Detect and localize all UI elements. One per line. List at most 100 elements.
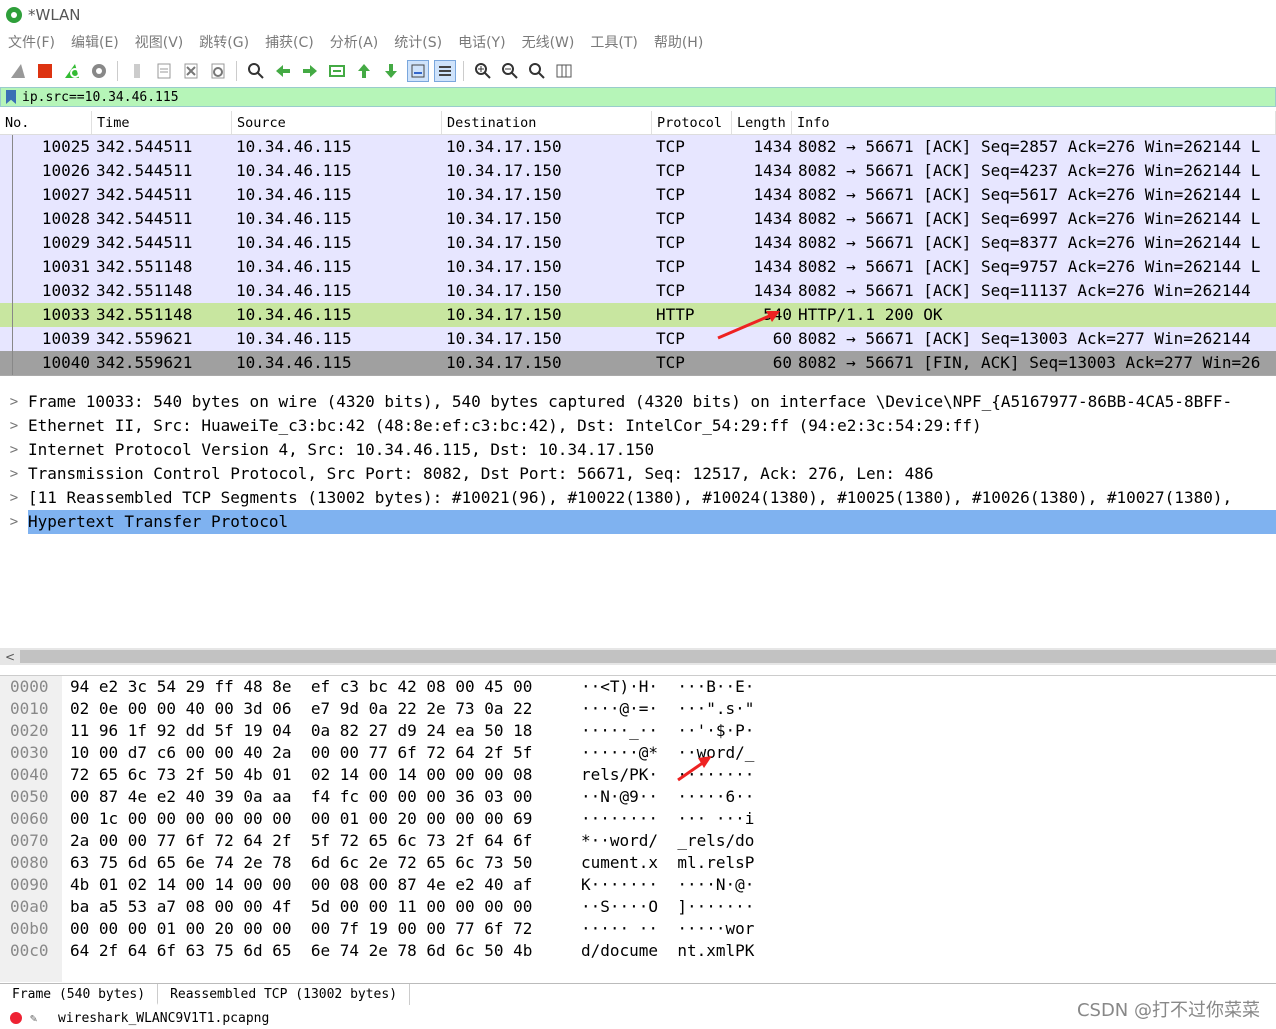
packet-row[interactable]: 10027 342.544511 10.34.46.115 10.34.17.150 T… <box>0 183 1276 207</box>
column-header-protocol[interactable]: Protocol <box>652 111 732 134</box>
auto-scroll-icon[interactable] <box>406 60 429 82</box>
packet-source: 10.34.46.115 <box>236 329 352 348</box>
detail-row-reassembled[interactable]: > [11 Reassembled TCP Segments (13002 byt… <box>0 486 1276 510</box>
go-first-packet-icon[interactable] <box>353 60 375 82</box>
column-header-source[interactable]: Source <box>232 111 442 134</box>
hex-offset: 0090 <box>10 875 49 894</box>
expand-arrow-icon[interactable]: > <box>0 390 28 414</box>
conversation-line-icon <box>12 303 13 327</box>
packet-protocol: TCP <box>656 137 685 156</box>
packet-info: 8082 → 56671 [ACK] Seq=13003 Ack=277 Win… <box>798 329 1251 348</box>
expand-arrow-icon[interactable]: > <box>0 486 28 510</box>
toolbar-separator <box>236 61 237 81</box>
detail-row-ethernet[interactable]: > Ethernet II, Src: HuaweiTe_c3:bc:42 (48… <box>0 414 1276 438</box>
go-last-packet-icon[interactable] <box>380 60 402 82</box>
packet-length: 540 <box>763 305 792 324</box>
tab-reassembled-tcp[interactable]: Reassembled TCP (13002 bytes) <box>158 984 411 1005</box>
packet-length: 1434 <box>753 281 792 300</box>
packet-time: 342.544511 <box>96 161 193 180</box>
detail-row-tcp[interactable]: > Transmission Control Protocol, Src Port… <box>0 462 1276 486</box>
packet-row[interactable]: 10039 342.559621 10.34.46.115 10.34.17.150 T… <box>0 327 1276 351</box>
packet-row[interactable]: 10040 342.559621 10.34.46.115 10.34.17.150 T… <box>0 351 1276 375</box>
menu-capture[interactable]: 捕获(C) <box>265 32 314 52</box>
find-packet-icon[interactable] <box>245 60 267 82</box>
menu-go[interactable]: 跳转(G) <box>199 32 249 52</box>
column-header-destination[interactable]: Destination <box>442 111 652 134</box>
hex-offset: 0070 <box>10 831 49 850</box>
detail-row-http[interactable]: > Hypertext Transfer Protocol <box>0 510 1276 534</box>
hex-offset: 0080 <box>10 853 49 872</box>
zoom-out-icon[interactable] <box>499 60 521 82</box>
bookmark-icon[interactable] <box>6 90 16 104</box>
expand-arrow-icon[interactable]: > <box>0 510 28 534</box>
packet-time: 342.544511 <box>96 233 193 252</box>
zoom-normal-icon[interactable] <box>526 60 548 82</box>
packet-row[interactable]: 10032 342.551148 10.34.46.115 10.34.17.150 T… <box>0 279 1276 303</box>
column-header-no[interactable]: No. <box>0 111 92 134</box>
menu-file[interactable]: 文件(F) <box>8 32 55 52</box>
display-filter-input[interactable] <box>22 89 1222 105</box>
packet-no: 10027 <box>41 185 90 204</box>
expand-arrow-icon[interactable]: > <box>0 438 28 462</box>
go-forward-icon[interactable] <box>299 60 321 82</box>
go-to-packet-icon[interactable] <box>326 60 348 82</box>
menu-view[interactable]: 视图(V) <box>135 32 184 52</box>
packet-time: 342.559621 <box>96 329 193 348</box>
go-back-icon[interactable] <box>272 60 294 82</box>
capture-comment-icon[interactable]: ✎ <box>30 1011 44 1025</box>
menu-statistics[interactable]: 统计(S) <box>394 32 442 52</box>
details-horizontal-scrollbar[interactable]: < <box>0 648 1276 665</box>
menu-telephony[interactable]: 电话(Y) <box>458 32 505 52</box>
column-header-length[interactable]: Length <box>732 111 792 134</box>
menu-help[interactable]: 帮助(H) <box>654 32 703 52</box>
column-header-info[interactable]: Info <box>792 111 1276 134</box>
expand-arrow-icon[interactable]: > <box>0 414 28 438</box>
restart-capture-icon[interactable] <box>61 60 83 82</box>
packet-row[interactable]: 10026 342.544511 10.34.46.115 10.34.17.150 T… <box>0 159 1276 183</box>
reload-file-icon[interactable] <box>207 60 229 82</box>
menu-tools[interactable]: 工具(T) <box>590 32 637 52</box>
capture-options-icon[interactable] <box>88 60 110 82</box>
packet-row[interactable]: 10028 342.544511 10.34.46.115 10.34.17.150 T… <box>0 207 1276 231</box>
ascii-bytes: ··<T)·H· ···B··E· <box>581 677 755 696</box>
packet-no: 10028 <box>41 209 90 228</box>
packet-row[interactable]: 10029 342.544511 10.34.46.115 10.34.17.150 T… <box>0 231 1276 255</box>
menu-edit[interactable]: 编辑(E) <box>71 32 119 52</box>
packet-length: 1434 <box>753 161 792 180</box>
conversation-line-icon <box>12 255 13 279</box>
packet-length: 1434 <box>753 233 792 252</box>
packet-row[interactable]: 10025 342.544511 10.34.46.115 10.34.17.150 T… <box>0 135 1276 159</box>
packet-time: 342.544511 <box>96 209 193 228</box>
colorize-icon[interactable] <box>433 60 456 82</box>
shark-fin-start-icon[interactable] <box>7 60 29 82</box>
packet-protocol: TCP <box>656 329 685 348</box>
detail-row-frame[interactable]: > Frame 10033: 540 bytes on wire (4320 bi… <box>0 390 1276 414</box>
scroll-left-icon[interactable]: < <box>0 650 20 664</box>
stop-capture-icon[interactable] <box>34 60 56 82</box>
packet-source: 10.34.46.115 <box>236 281 352 300</box>
open-file-icon[interactable] <box>126 60 148 82</box>
scrollbar-thumb[interactable] <box>20 650 1276 663</box>
conversation-line-icon <box>12 135 13 159</box>
menu-analyze[interactable]: 分析(A) <box>330 32 379 52</box>
packet-row[interactable]: 10031 342.551148 10.34.46.115 10.34.17.150 T… <box>0 255 1276 279</box>
toolbar-separator <box>117 61 118 81</box>
zoom-in-icon[interactable] <box>472 60 494 82</box>
detail-row-ip[interactable]: > Internet Protocol Version 4, Src: 10.34… <box>0 438 1276 462</box>
save-file-icon[interactable] <box>153 60 175 82</box>
column-header-time[interactable]: Time <box>92 111 232 134</box>
close-file-icon[interactable] <box>180 60 202 82</box>
tab-frame-bytes[interactable]: Frame (540 bytes) <box>0 984 159 1005</box>
packet-info: 8082 → 56671 [ACK] Seq=6997 Ack=276 Win=… <box>798 209 1261 228</box>
resize-columns-icon[interactable] <box>553 60 575 82</box>
expand-arrow-icon[interactable]: > <box>0 462 28 486</box>
packet-source: 10.34.46.115 <box>236 137 352 156</box>
packet-row[interactable]: 10033 342.551148 10.34.46.115 10.34.17.150 H… <box>0 303 1276 327</box>
packet-source: 10.34.46.115 <box>236 305 352 324</box>
packet-no: 10025 <box>41 137 90 156</box>
menu-wireless[interactable]: 无线(W) <box>522 32 575 52</box>
packet-protocol: TCP <box>656 185 685 204</box>
expert-info-icon[interactable] <box>10 1012 22 1024</box>
packet-length: 1434 <box>753 137 792 156</box>
ascii-bytes: d/docume nt.xmlPK <box>581 941 755 960</box>
